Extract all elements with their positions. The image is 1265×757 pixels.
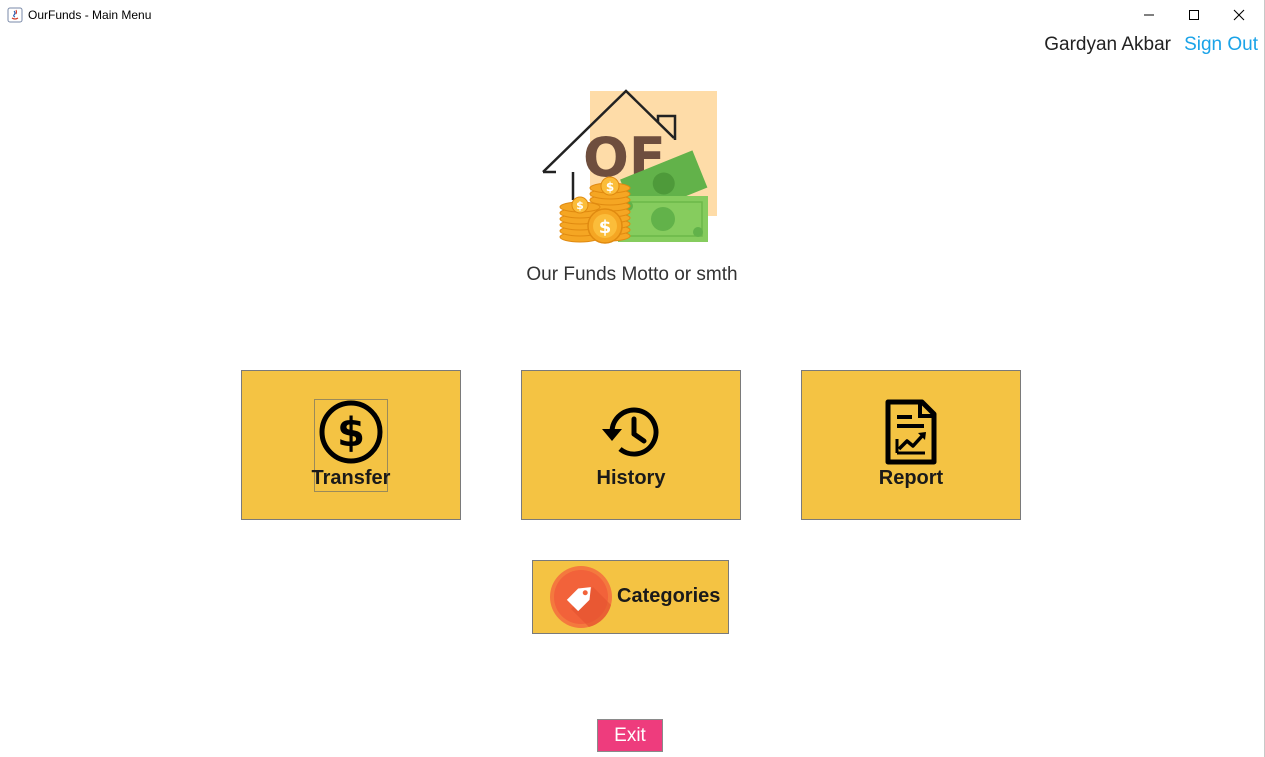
minimize-button[interactable] — [1126, 0, 1172, 30]
svg-text:$: $ — [606, 180, 614, 194]
exit-button[interactable]: Exit — [597, 719, 663, 752]
report-button[interactable]: Report — [801, 370, 1021, 520]
sign-out-link[interactable]: Sign Out — [1184, 34, 1258, 56]
main-menu-window: OurFunds - Main Menu Gardyan Akbar Sign … — [0, 0, 1265, 757]
report-chart-icon — [885, 399, 937, 465]
history-button[interactable]: History — [521, 370, 741, 520]
title-bar[interactable]: OurFunds - Main Menu — [0, 0, 1264, 30]
transfer-button[interactable]: $ Transfer — [241, 370, 461, 520]
report-label: Report — [878, 467, 944, 489]
maximize-button[interactable] — [1171, 0, 1217, 30]
svg-text:$: $ — [337, 410, 365, 456]
transfer-label: Transfer — [311, 467, 391, 489]
tag-icon — [550, 566, 612, 628]
history-clock-icon — [602, 407, 659, 457]
categories-button[interactable]: Categories — [532, 560, 729, 634]
dollar-circle-icon: $ — [319, 400, 383, 464]
user-name: Gardyan Akbar — [1044, 34, 1171, 55]
java-app-icon — [7, 7, 23, 23]
maximize-icon — [1189, 10, 1199, 20]
svg-text:$: $ — [599, 217, 612, 238]
minimize-icon — [1144, 14, 1154, 16]
svg-text:$: $ — [576, 199, 584, 212]
app-motto: Our Funds Motto or smth — [526, 264, 738, 285]
close-icon — [1233, 9, 1245, 21]
close-button[interactable] — [1216, 0, 1262, 30]
history-label: History — [596, 467, 666, 489]
ourfunds-logo: OF $ $ $ — [542, 89, 717, 244]
window-title: OurFunds - Main Menu — [28, 8, 152, 22]
categories-label: Categories — [617, 585, 721, 607]
